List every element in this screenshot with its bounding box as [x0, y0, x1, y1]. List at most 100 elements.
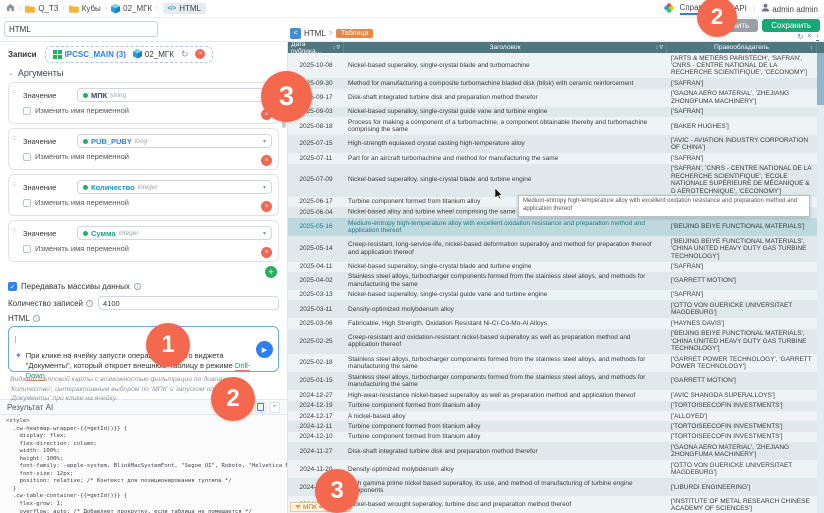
cell-publication-date: 2025-06-17 [288, 197, 344, 207]
save-button[interactable]: Сохранить [762, 19, 820, 32]
drag-handle-icon[interactable]: ⠿ [12, 92, 16, 96]
discard-icon[interactable]: × [269, 402, 280, 413]
table-row[interactable]: 2025-03-11 Density-optimized molybdenum … [288, 300, 817, 318]
table-row[interactable]: 2025-07-11 Part for an aircraft turbomac… [288, 153, 817, 163]
table-row[interactable]: 2024-10-30 High gamma prime nickel based… [288, 478, 817, 496]
rename-checkbox[interactable] [23, 153, 31, 161]
table-row[interactable]: 2025-10-08 Nickel-based superalloy, sing… [288, 53, 817, 78]
reload-table-icon[interactable]: ↻ [798, 33, 804, 41]
table-row[interactable]: 2024-11-20 Density-optimized molybdenum … [288, 460, 817, 478]
back-button[interactable]: < [290, 28, 301, 39]
breadcrumb-item-current[interactable]: </> HTML [163, 3, 206, 14]
cell-rights-holder: ['ARTS & METIERS PARISTECH', 'SAFRAN', '… [667, 53, 817, 78]
cell-title: Nickel-based wrought superalloy, turbine… [344, 500, 667, 510]
ai-code-result[interactable]: <style> .cw-heatmap-wrapper-{{=getId()}}… [0, 415, 287, 513]
records-count-input[interactable] [98, 296, 279, 310]
breadcrumb-label: Кубы [82, 4, 101, 13]
table-row[interactable]: 2025-05-16 Medium-entropy high-temperatu… [288, 218, 817, 236]
drag-handle-icon[interactable]: ⠿ [12, 138, 16, 142]
download-icon[interactable]: ↓ [816, 33, 820, 41]
breadcrumb-item-root[interactable]: Q_T3 [25, 4, 58, 13]
argument-name: МПК [91, 91, 107, 100]
tab-table-badge[interactable]: Таблица [336, 29, 373, 38]
caret-down-icon: ▾ [263, 230, 266, 237]
copy-icon[interactable] [255, 402, 266, 413]
table-row[interactable]: 2025-04-02 Stainless steel alloys, turbo… [288, 272, 817, 290]
nav-user[interactable]: admin admin [761, 3, 818, 14]
tab-html[interactable]: HTML [304, 29, 326, 38]
pass-arrays-checkbox[interactable]: ✓ [8, 282, 17, 291]
cell-publication-date: 2024-12-10 [288, 432, 344, 442]
table-row[interactable]: 2025-05-14 Creep-resistant, long-service… [288, 236, 817, 261]
argument-select[interactable]: МПК string ▾ [77, 88, 272, 102]
table-row[interactable]: 2025-09-03 Nickel-based superalloy, sing… [288, 107, 817, 117]
column-header-date[interactable]: Дата публика... ↕∇ [288, 42, 344, 53]
dataset-chip[interactable]: IPCSC_MAIN (3) [53, 50, 126, 59]
sort-icon[interactable]: ↕ [810, 45, 813, 51]
table-row[interactable]: 2024-12-27 High-wear-resistance nickel-b… [288, 390, 817, 400]
table-row[interactable]: 2025-02-18 Stainless steel alloys, turbo… [288, 354, 817, 372]
table-row[interactable]: 2024-12-17 A nickel-based alloy ['ALLOYE… [288, 411, 817, 421]
refresh-records-icon[interactable]: ↻ [181, 49, 189, 60]
table-scrollbar[interactable] [817, 53, 824, 513]
info-icon[interactable]: i [33, 315, 40, 322]
table-row[interactable]: 2024-12-11 Turbine component formed from… [288, 421, 817, 431]
column-header-title[interactable]: Заголовок ↕∇ [344, 42, 667, 53]
drag-handle-icon[interactable]: ⠿ [12, 230, 16, 234]
breadcrumb: › Q_T3 › Кубы › 02_МГК › </> HTML [6, 3, 206, 14]
rename-checkbox[interactable] [23, 245, 31, 253]
send-prompt-button[interactable]: ▶ [256, 341, 273, 358]
cube-chip[interactable]: 02_МГК [133, 49, 174, 59]
cell-publication-date: 2024-12-19 [288, 401, 344, 411]
argument-select[interactable]: PUB_PUBY long ▾ [77, 134, 272, 148]
cell-title: Stainless steel alloys, turbocharger com… [344, 354, 667, 372]
filter-icon[interactable]: ∇ [336, 45, 340, 51]
table-row[interactable]: 2025-03-06 Fabricable, High Strength, Ox… [288, 318, 817, 328]
filter-icon[interactable]: ∇ [659, 45, 663, 51]
table-row[interactable]: 2025-09-30 Method for manufacturing a co… [288, 78, 817, 88]
table-row[interactable]: 2025-09-17 Disk-shaft integrated turbine… [288, 89, 817, 107]
widget-name-input[interactable] [4, 21, 158, 37]
table-scrollbar-thumb[interactable] [817, 53, 824, 105]
user-name: admin admin [772, 5, 818, 14]
table-row[interactable]: 2025-07-15 High-strength equiaxed crysta… [288, 135, 817, 153]
table-row[interactable]: 2024-12-19 Turbine component formed from… [288, 401, 817, 411]
cell-title: Nickel-based superalloy, single-crystal … [344, 107, 667, 117]
app-window: › Q_T3 › Кубы › 02_МГК › </> HTML Сп [0, 0, 824, 513]
table-row[interactable]: 2025-01-15 Stainless steel alloys, turbo… [288, 372, 817, 390]
cell-rights-holder: ['SAFRAN', 'CNRS - CENTRE NATIONAL DE LA… [667, 164, 817, 197]
close-table-icon[interactable]: × [807, 33, 811, 41]
table-row[interactable]: 2025-08-18 Process for making a componen… [288, 117, 817, 135]
home-icon[interactable] [6, 3, 15, 14]
table-row[interactable]: 2025-03-13 Nickel-based superalloy, sing… [288, 290, 817, 300]
sort-icon[interactable]: ↕ [333, 45, 336, 51]
add-argument-button[interactable]: + [265, 266, 277, 278]
drag-handle-icon[interactable]: ⠿ [12, 184, 16, 188]
table-row[interactable]: 2024-10-29 Nickel-based wrought superall… [288, 496, 817, 513]
breadcrumb-item-folder[interactable]: Кубы [69, 4, 101, 13]
info-icon[interactable]: i [86, 300, 93, 307]
argument-select[interactable]: Сумма integer ▾ [77, 226, 272, 240]
ai-prompt-box[interactable]: ✦ При клике на ячейку запусти операцию д… [8, 326, 279, 372]
cell-title: Turbine component formed from titanium a… [344, 432, 667, 442]
remove-records-icon[interactable]: × [195, 49, 205, 59]
cube-icon [133, 49, 142, 59]
info-icon[interactable]: i [134, 283, 141, 290]
remove-argument-button[interactable]: × [261, 247, 272, 258]
cell-rights-holder: ['BEIJING BEIYE FUNCTIONAL MATERIALS'] [667, 222, 817, 232]
table-row[interactable]: 2024-11-27 Disk-shaft integrated turbine… [288, 442, 817, 460]
table-row[interactable]: 2025-02-25 Creep-resistant and oxidation… [288, 329, 817, 354]
argument-select[interactable]: Количество integer ▾ [77, 180, 272, 194]
arguments-section-header[interactable]: ⌄ Аргументы [0, 66, 287, 80]
rename-checkbox[interactable] [23, 199, 31, 207]
table-row[interactable]: 2025-04-11 Nickel-based superalloy, sing… [288, 262, 817, 272]
table-row[interactable]: 2025-07-09 Nickel-based superalloy, sing… [288, 164, 817, 197]
rename-checkbox[interactable] [23, 107, 31, 115]
column-header-holder[interactable]: Правообладатель ↕ [667, 42, 817, 53]
remove-argument-button[interactable]: × [261, 155, 272, 166]
table-row[interactable]: 2024-12-10 Turbine component formed from… [288, 432, 817, 442]
sort-icon[interactable]: ↕ [656, 45, 659, 51]
cell-publication-date: 2024-11-27 [288, 446, 344, 456]
remove-argument-button[interactable]: × [261, 201, 272, 212]
breadcrumb-item-cube[interactable]: 02_МГК [111, 4, 152, 14]
